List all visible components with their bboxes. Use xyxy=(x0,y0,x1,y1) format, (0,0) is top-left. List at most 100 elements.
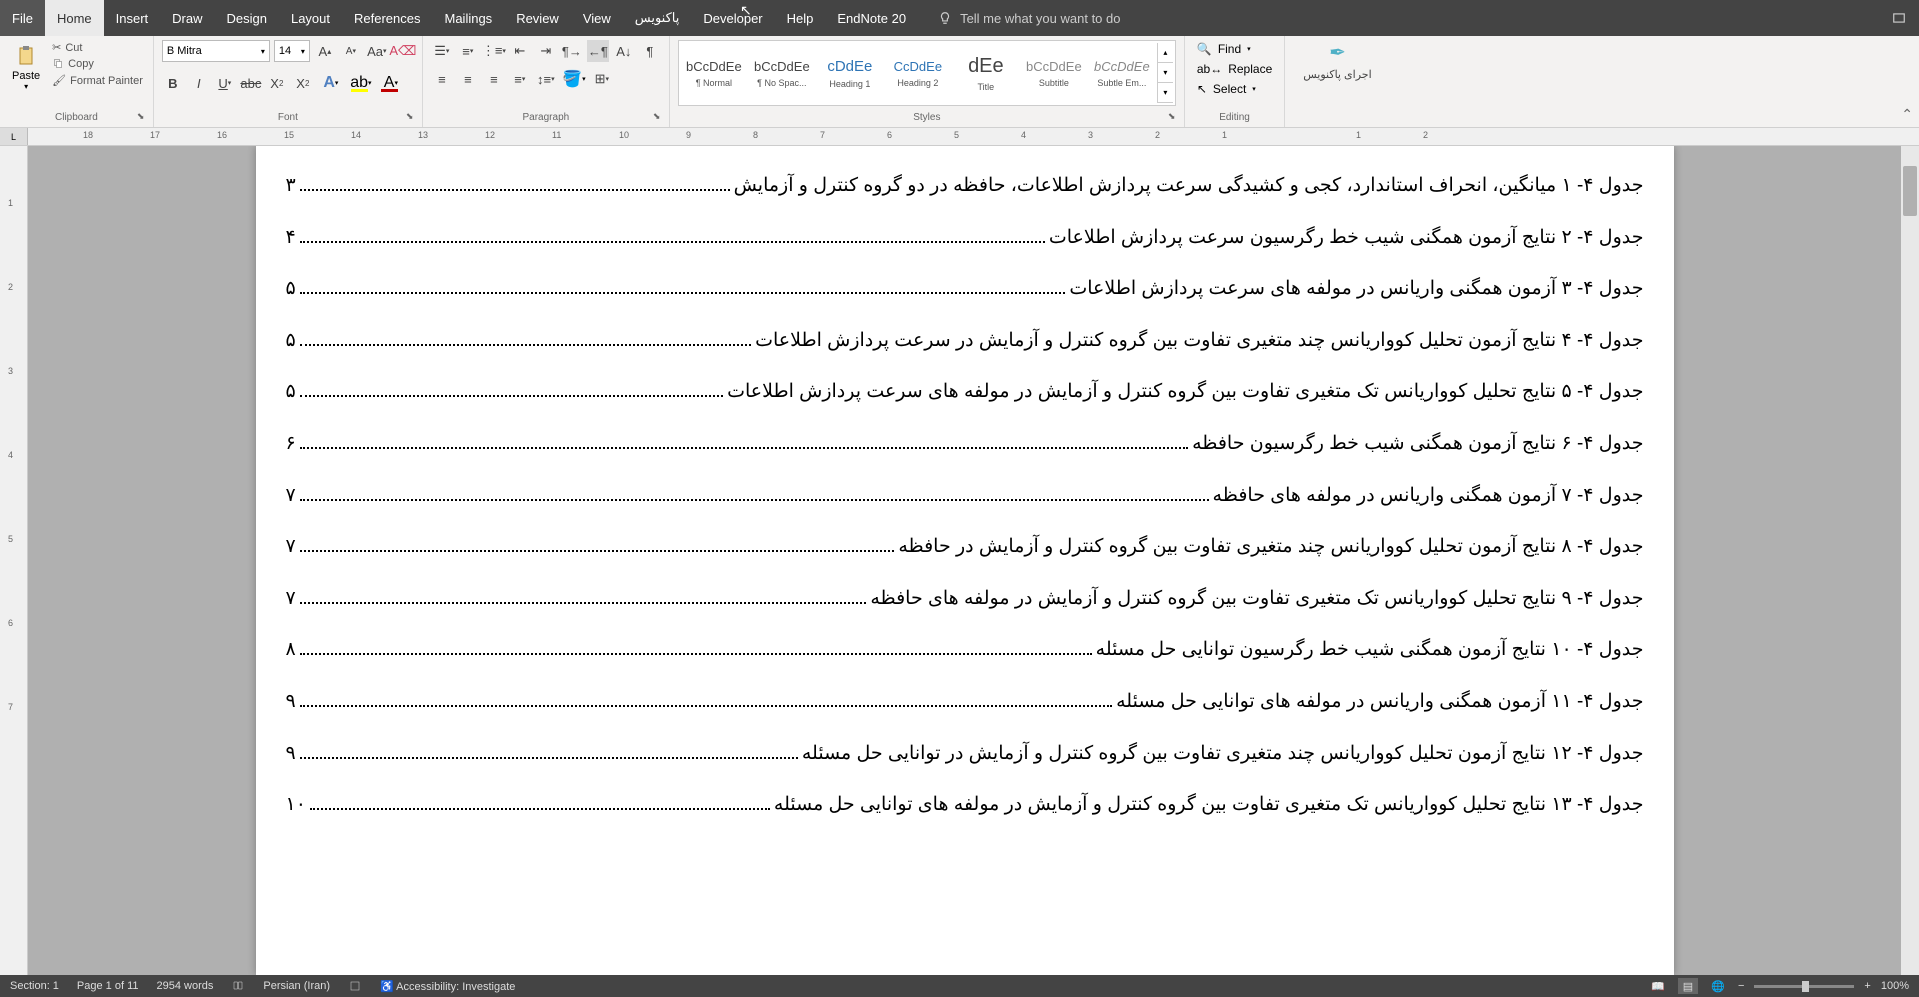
multilevel-button[interactable]: ⋮≡▾ xyxy=(483,40,505,62)
italic-button[interactable]: I xyxy=(188,72,210,94)
style-heading1[interactable]: cDdEeHeading 1 xyxy=(817,43,883,103)
styles-dialog-launcher[interactable]: ⬊ xyxy=(1168,111,1180,123)
strikethrough-button[interactable]: abc xyxy=(240,72,262,94)
menu-developer[interactable]: Developer xyxy=(691,0,774,36)
paknevis-run-button[interactable]: ✒ اجرای پاکنویس xyxy=(1293,40,1381,81)
zoom-slider[interactable] xyxy=(1754,985,1854,988)
toc-entry[interactable]: جدول ۴- ۴ نتایج آزمون تحلیل کوواریانس چن… xyxy=(256,315,1674,367)
status-accessibility[interactable]: ♿ Accessibility: Investigate xyxy=(380,980,515,993)
toc-entry[interactable]: جدول ۴- ۱۲ نتایج آزمون تحلیل کوواریانس چ… xyxy=(256,728,1674,780)
decrease-font-button[interactable]: A▾ xyxy=(340,40,362,62)
zoom-thumb[interactable] xyxy=(1802,981,1809,992)
zoom-in-button[interactable]: + xyxy=(1864,980,1870,992)
document-page[interactable]: جدول ۴- ۱ میانگین، انحراف استاندارد، کجی… xyxy=(256,146,1674,975)
cut-button[interactable]: ✂Cut xyxy=(50,40,145,55)
web-layout-button[interactable]: 🌐 xyxy=(1708,978,1728,994)
style-subtle-em[interactable]: bCcDdEeSubtle Em... xyxy=(1089,43,1155,103)
toc-entry[interactable]: جدول ۴- ۱۱ آزمون همگنی واریانس در مولفه … xyxy=(256,676,1674,728)
gallery-up[interactable]: ▴ xyxy=(1158,43,1173,63)
decrease-indent-button[interactable]: ⇤ xyxy=(509,40,531,62)
menu-view[interactable]: View xyxy=(571,0,623,36)
increase-font-button[interactable]: A▴ xyxy=(314,40,336,62)
underline-button[interactable]: U▾ xyxy=(214,72,236,94)
clipboard-dialog-launcher[interactable]: ⬊ xyxy=(137,111,149,123)
ltr-button[interactable]: ¶→ xyxy=(561,40,583,62)
toc-entry[interactable]: جدول ۴- ۶ نتایج آزمون همگنی شیب خط رگرسی… xyxy=(256,418,1674,470)
align-right-button[interactable]: ≡ xyxy=(483,68,505,90)
format-painter-button[interactable]: 🖌Format Painter xyxy=(50,73,145,88)
toc-entry[interactable]: جدول ۴- ۷ آزمون همگنی واریانس در مولفه ه… xyxy=(256,470,1674,522)
font-name-input[interactable]: B Mitra▾ xyxy=(162,40,270,62)
toc-entry[interactable]: جدول ۴- ۱۰ نتایج آزمون همگنی شیب خط رگرس… xyxy=(256,624,1674,676)
menu-design[interactable]: Design xyxy=(215,0,279,36)
line-spacing-button[interactable]: ↕≡▾ xyxy=(535,68,557,90)
vertical-ruler[interactable]: 1234567 xyxy=(0,146,28,975)
copy-button[interactable]: Copy xyxy=(50,57,145,71)
collapse-ribbon-button[interactable]: ⌃ xyxy=(1901,106,1913,123)
status-language[interactable]: Persian (Iran) xyxy=(263,980,330,992)
clear-formatting-button[interactable]: A⌫ xyxy=(392,40,414,62)
menu-review[interactable]: Review xyxy=(504,0,571,36)
borders-button[interactable]: ⊞▾ xyxy=(591,68,613,90)
style-no-spacing[interactable]: bCcDdEe¶ No Spac... xyxy=(749,43,815,103)
align-left-button[interactable]: ≡ xyxy=(431,68,453,90)
toc-entry[interactable]: جدول ۴- ۲ نتایج آزمون همگنی شیب خط رگرسی… xyxy=(256,212,1674,264)
menu-paknevis[interactable]: پاکنویس xyxy=(623,0,692,36)
status-words[interactable]: 2954 words xyxy=(157,980,214,992)
replace-button[interactable]: ab↔Replace xyxy=(1193,60,1276,78)
font-color-button[interactable]: A▾ xyxy=(378,72,404,94)
menu-draw[interactable]: Draw xyxy=(160,0,214,36)
status-page[interactable]: Page 1 of 11 xyxy=(77,980,139,992)
justify-button[interactable]: ≡▾ xyxy=(509,68,531,90)
show-marks-button[interactable]: ¶ xyxy=(639,40,661,62)
book-icon[interactable] xyxy=(231,980,245,992)
zoom-level[interactable]: 100% xyxy=(1881,980,1909,992)
menu-insert[interactable]: Insert xyxy=(104,0,161,36)
menu-home[interactable]: Home xyxy=(45,0,104,36)
select-button[interactable]: ↖Select▾ xyxy=(1193,80,1276,98)
font-size-input[interactable]: 14▾ xyxy=(274,40,310,62)
find-button[interactable]: 🔍Find▾ xyxy=(1193,40,1276,58)
vscroll-thumb[interactable] xyxy=(1903,166,1917,216)
paragraph-dialog-launcher[interactable]: ⬊ xyxy=(653,111,665,123)
toc-entry[interactable]: جدول ۴- ۱۳ نتایج تحلیل کوواریانس تک متغی… xyxy=(256,779,1674,831)
style-subtitle[interactable]: bCcDdEeSubtitle xyxy=(1021,43,1087,103)
highlight-button[interactable]: ab▾ xyxy=(348,72,374,94)
toc-entry[interactable]: جدول ۴- ۵ نتایج تحلیل کوواریانس تک متغیر… xyxy=(256,366,1674,418)
font-dialog-launcher[interactable]: ⬊ xyxy=(406,111,418,123)
gallery-down[interactable]: ▾ xyxy=(1158,63,1173,83)
style-title[interactable]: dEeTitle xyxy=(953,43,1019,103)
menu-references[interactable]: References xyxy=(342,0,432,36)
numbering-button[interactable]: ≡▾ xyxy=(457,40,479,62)
style-heading2[interactable]: CcDdEeHeading 2 xyxy=(885,43,951,103)
vertical-scrollbar[interactable] xyxy=(1901,146,1919,975)
read-mode-button[interactable]: 📖 xyxy=(1648,978,1668,994)
toc-entry[interactable]: جدول ۴- ۹ نتایج تحلیل کوواریانس تک متغیر… xyxy=(256,573,1674,625)
gallery-more[interactable]: ▾ xyxy=(1158,83,1173,103)
menu-file[interactable]: File xyxy=(0,0,45,36)
tell-me-search[interactable]: Tell me what you want to do xyxy=(938,0,1120,36)
status-section[interactable]: Section: 1 xyxy=(10,980,59,992)
superscript-button[interactable]: X2 xyxy=(292,72,314,94)
toc-entry[interactable]: جدول ۴- ۳ آزمون همگنی واریانس در مولفه ه… xyxy=(256,263,1674,315)
print-layout-button[interactable]: ▤ xyxy=(1678,978,1698,994)
bullets-button[interactable]: ☰▾ xyxy=(431,40,453,62)
change-case-button[interactable]: Aa▾ xyxy=(366,40,388,62)
subscript-button[interactable]: X2 xyxy=(266,72,288,94)
bold-button[interactable]: B xyxy=(162,72,184,94)
document-area[interactable]: جدول ۴- ۱ میانگین، انحراف استاندارد، کجی… xyxy=(28,146,1901,975)
shading-button[interactable]: 🪣▾ xyxy=(561,68,587,90)
menu-endnote[interactable]: EndNote 20 xyxy=(825,0,918,36)
horizontal-ruler[interactable]: L 18171615141312111098765432112 xyxy=(0,128,1919,146)
menu-help[interactable]: Help xyxy=(775,0,826,36)
align-center-button[interactable]: ≡ xyxy=(457,68,479,90)
toc-entry[interactable]: جدول ۴- ۸ نتایج آزمون تحلیل کوواریانس چن… xyxy=(256,521,1674,573)
zoom-out-button[interactable]: − xyxy=(1738,980,1744,992)
sort-button[interactable]: A↓ xyxy=(613,40,635,62)
toc-entry[interactable]: جدول ۴- ۱ میانگین، انحراف استاندارد، کجی… xyxy=(256,160,1674,212)
rtl-button[interactable]: ←¶ xyxy=(587,40,609,62)
style-normal[interactable]: bCcDdEe¶ Normal xyxy=(681,43,747,103)
text-effects-button[interactable]: A▾ xyxy=(318,72,344,94)
menu-layout[interactable]: Layout xyxy=(279,0,342,36)
increase-indent-button[interactable]: ⇥ xyxy=(535,40,557,62)
